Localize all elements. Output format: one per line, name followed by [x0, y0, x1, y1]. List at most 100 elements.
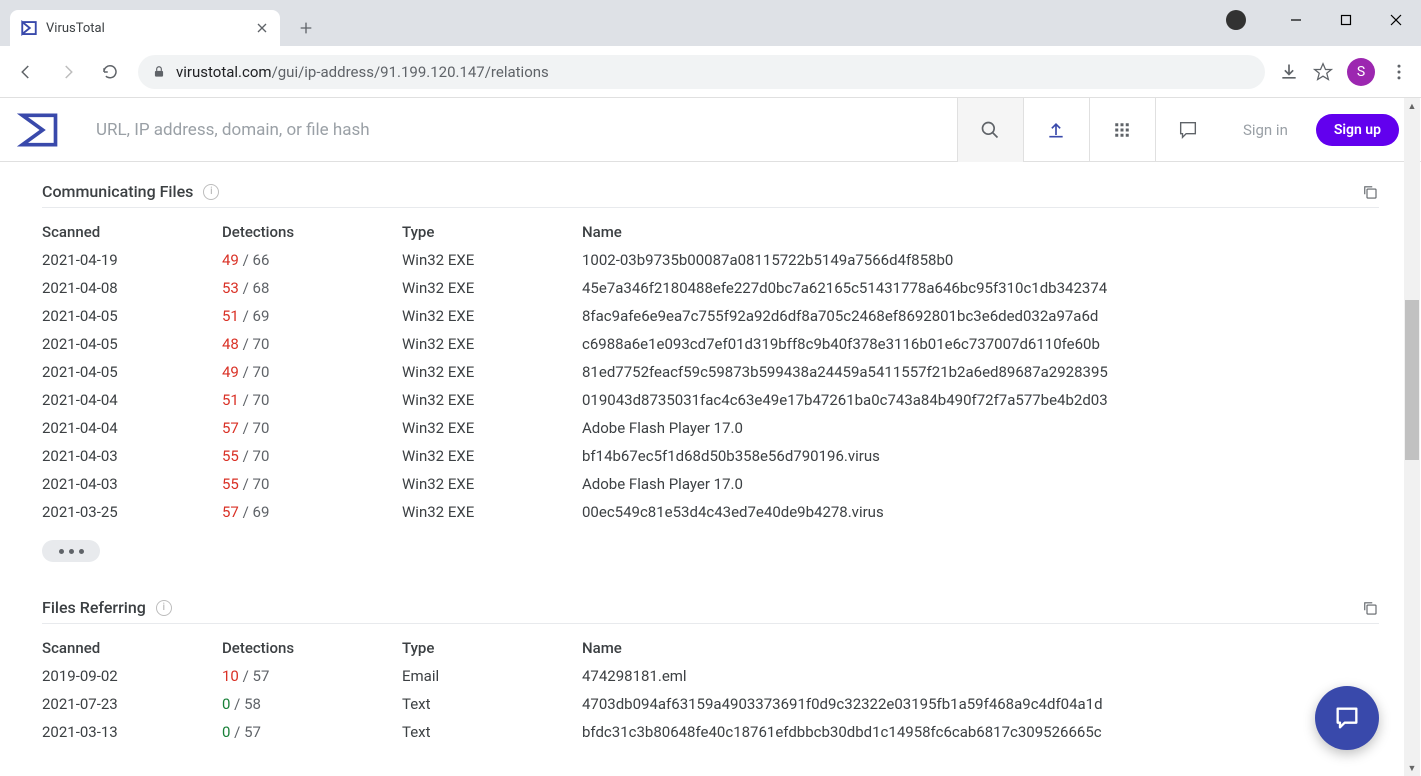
table-row[interactable]: 2021-07-230 / 58Text4703db094af63159a490…	[42, 690, 1379, 718]
cell-detections: 53 / 68	[222, 279, 402, 297]
scrollbar-up-icon[interactable]: ▲	[1404, 98, 1420, 114]
window-minimize-button[interactable]	[1271, 0, 1321, 40]
table-row[interactable]: 2021-04-0853 / 68Win32 EXE45e7a346f21804…	[42, 274, 1379, 302]
cell-type: Win32 EXE	[402, 307, 582, 325]
cell-name: Adobe Flash Player 17.0	[582, 419, 1379, 437]
cell-name: 019043d8735031fac4c63e49e17b47261ba0c743…	[582, 391, 1379, 409]
cell-scanned: 2021-03-13	[42, 723, 222, 741]
url-text: virustotal.com/gui/ip-address/91.199.120…	[176, 63, 549, 81]
table-row[interactable]: 2021-03-2557 / 69Win32 EXE00ec549c81e53d…	[42, 498, 1379, 526]
cell-scanned: 2021-04-05	[42, 335, 222, 353]
tab-close-icon[interactable]	[254, 20, 270, 36]
cell-name: 474298181.eml	[582, 667, 1379, 685]
cell-scanned: 2021-04-03	[42, 447, 222, 465]
table-row[interactable]: 2021-04-0549 / 70Win32 EXE81ed7752feacf5…	[42, 358, 1379, 386]
scrollbar-down-icon[interactable]: ▼	[1404, 760, 1420, 776]
table-row[interactable]: 2021-04-1949 / 66Win32 EXE1002-03b9735b0…	[42, 246, 1379, 274]
nav-back-button[interactable]	[12, 58, 40, 86]
cell-detections: 49 / 66	[222, 251, 402, 269]
grid-icon	[1113, 121, 1131, 139]
cell-type: Text	[402, 695, 582, 713]
cell-detections: 51 / 70	[222, 391, 402, 409]
browser-tab[interactable]: VirusTotal	[10, 10, 280, 46]
comment-icon	[1177, 119, 1199, 141]
cell-name: 1002-03b9735b00087a08115722b5149a7566d4f…	[582, 251, 1379, 269]
nav-forward-button	[54, 58, 82, 86]
cell-type: Win32 EXE	[402, 419, 582, 437]
vt-search-button[interactable]	[957, 98, 1023, 162]
profile-avatar[interactable]: S	[1347, 58, 1375, 86]
cell-type: Text	[402, 723, 582, 741]
download-icon[interactable]	[1279, 62, 1299, 82]
vt-favicon-icon	[20, 19, 38, 37]
table-row[interactable]: 2021-04-0551 / 69Win32 EXE8fac9afe6e9ea7…	[42, 302, 1379, 330]
vt-search-container	[78, 98, 957, 162]
vt-search-input[interactable]	[96, 120, 939, 140]
cell-type: Win32 EXE	[402, 335, 582, 353]
info-icon[interactable]: i	[203, 184, 219, 200]
cell-detections: 0 / 57	[222, 723, 402, 741]
upload-icon	[1046, 120, 1066, 140]
window-close-button[interactable]	[1371, 0, 1421, 40]
cell-detections: 55 / 70	[222, 475, 402, 493]
table-row[interactable]: 2019-09-0210 / 57Email474298181.eml	[42, 662, 1379, 690]
bookmark-star-icon[interactable]	[1313, 62, 1333, 82]
section-title-communicating: Communicating Files i	[42, 182, 219, 201]
cell-detections: 55 / 70	[222, 447, 402, 465]
vt-upload-button[interactable]	[1023, 98, 1089, 162]
cell-name: 4703db094af63159a4903373691f0d9c32322e03…	[582, 695, 1379, 713]
profile-indicator-icon[interactable]	[1226, 10, 1246, 30]
table-row[interactable]: 2021-04-0457 / 70Win32 EXEAdobe Flash Pl…	[42, 414, 1379, 442]
chat-fab-button[interactable]	[1315, 686, 1379, 750]
cell-type: Win32 EXE	[402, 251, 582, 269]
vt-apps-button[interactable]	[1089, 98, 1155, 162]
cell-type: Win32 EXE	[402, 391, 582, 409]
cell-type: Win32 EXE	[402, 503, 582, 521]
cell-scanned: 2021-07-23	[42, 695, 222, 713]
scrollbar-thumb[interactable]	[1405, 300, 1419, 460]
new-tab-button[interactable]	[292, 14, 320, 42]
load-more-button[interactable]	[42, 540, 100, 562]
cell-name: 00ec549c81e53d4c43ed7e40de9b4278.virus	[582, 503, 1379, 521]
signup-button[interactable]: Sign up	[1316, 114, 1399, 146]
address-bar[interactable]: virustotal.com/gui/ip-address/91.199.120…	[138, 55, 1265, 89]
copy-icon[interactable]	[1361, 599, 1379, 617]
chat-icon	[1333, 704, 1361, 732]
chrome-menu-icon[interactable]	[1389, 62, 1409, 82]
cell-name: 81ed7752feacf59c59873b599438a24459a54115…	[582, 363, 1379, 381]
vt-logo[interactable]	[0, 108, 78, 152]
cell-name: bfdc31c3b80648fe40c18761efdbbcb30dbd1c14…	[582, 723, 1379, 741]
cell-scanned: 2021-04-05	[42, 307, 222, 325]
cell-detections: 0 / 58	[222, 695, 402, 713]
cell-scanned: 2021-04-05	[42, 363, 222, 381]
cell-name: 45e7a346f2180488efe227d0bc7a62165c514317…	[582, 279, 1379, 297]
cell-scanned: 2021-03-25	[42, 503, 222, 521]
cell-detections: 57 / 69	[222, 503, 402, 521]
info-icon[interactable]: i	[156, 600, 172, 616]
search-icon	[980, 120, 1000, 140]
cell-detections: 57 / 70	[222, 419, 402, 437]
section-title-referring: Files Referring i	[42, 598, 172, 617]
table-header: Scanned Detections Type Name	[42, 218, 1379, 246]
table-row[interactable]: 2021-04-0548 / 70Win32 EXEc6988a6e1e093c…	[42, 330, 1379, 358]
table-row[interactable]: 2021-03-130 / 57Textbfdc31c3b80648fe40c1…	[42, 718, 1379, 746]
cell-scanned: 2019-09-02	[42, 667, 222, 685]
cell-name: bf14b67ec5f1d68d50b358e56d790196.virus	[582, 447, 1379, 465]
table-row[interactable]: 2021-04-0451 / 70Win32 EXE019043d8735031…	[42, 386, 1379, 414]
nav-reload-button[interactable]	[96, 58, 124, 86]
cell-type: Win32 EXE	[402, 447, 582, 465]
cell-scanned: 2021-04-04	[42, 391, 222, 409]
content-area: Communicating Files i Scanned Detections…	[0, 162, 1421, 776]
cell-detections: 10 / 57	[222, 667, 402, 685]
table-row[interactable]: 2021-04-0355 / 70Win32 EXEbf14b67ec5f1d6…	[42, 442, 1379, 470]
lock-icon	[152, 65, 166, 79]
tab-strip: VirusTotal	[0, 0, 1421, 46]
tab-title: VirusTotal	[46, 21, 246, 36]
cell-type: Email	[402, 667, 582, 685]
table-row[interactable]: 2021-04-0355 / 70Win32 EXEAdobe Flash Pl…	[42, 470, 1379, 498]
vt-comments-button[interactable]	[1155, 98, 1221, 162]
copy-icon[interactable]	[1361, 183, 1379, 201]
cell-type: Win32 EXE	[402, 279, 582, 297]
window-maximize-button[interactable]	[1321, 0, 1371, 40]
signin-link[interactable]: Sign in	[1221, 121, 1310, 139]
